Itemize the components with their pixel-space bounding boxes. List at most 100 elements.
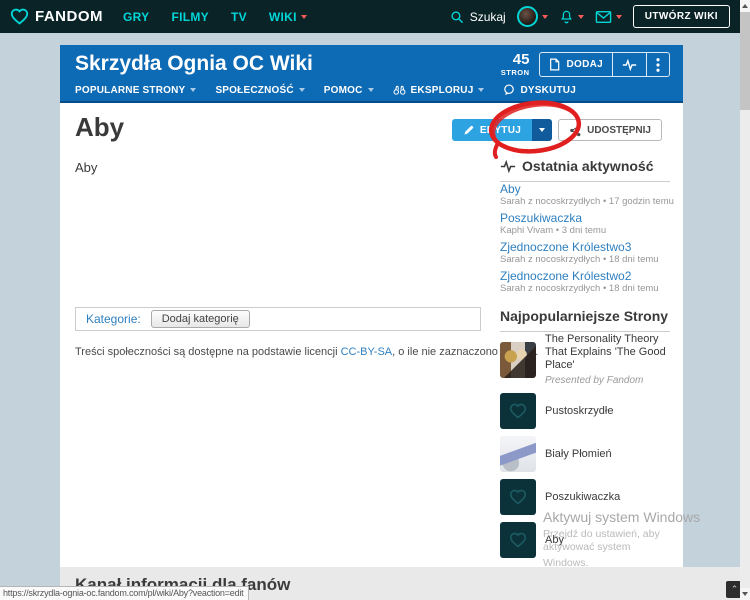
chevron-down-icon (190, 88, 196, 92)
wiki-header: Skrzydła Ognia OC Wiki 45 STRON DODAJ (60, 45, 683, 103)
popular-page-thumbnail[interactable] (500, 436, 536, 472)
add-page-button[interactable]: DODAJ (540, 53, 612, 76)
avatar (517, 6, 538, 27)
nav-link-gry[interactable]: GRY (123, 10, 149, 24)
article-area: Aby EDYTUJ UDOSTĘPNIJ Aby (60, 103, 683, 567)
activity-icon (500, 160, 516, 173)
sponsored-label: Presented by Fandom (545, 375, 672, 386)
popular-page-thumbnail[interactable] (500, 342, 536, 378)
recent-activity-heading: Ostatnia aktywność (500, 158, 670, 182)
wiki-nav-popular-pages[interactable]: POPULARNE STRONY (75, 85, 196, 96)
wiki-activity-button[interactable] (612, 53, 646, 76)
add-category-button[interactable]: Dodaj kategorię (151, 310, 250, 328)
browser-viewport: FANDOM GRY FILMY TV WIKI Szukaj (0, 0, 750, 600)
scroll-down-button[interactable] (740, 588, 750, 600)
edit-dropdown-button[interactable] (532, 119, 552, 141)
categories-box: Kategorie: Dodaj kategorię (75, 307, 481, 331)
share-nodes-icon (569, 124, 582, 137)
recent-activity-list: Aby Sarah z nocoskrzydłych • 17 godzin t… (500, 183, 672, 299)
license-link[interactable]: CC-BY-SA (341, 346, 393, 358)
search-icon (450, 10, 464, 24)
article-body-text: Aby (75, 160, 97, 175)
activity-meta: Kaphi Vivam • 3 dni temu (500, 225, 672, 237)
bell-icon (559, 9, 574, 25)
arrow-down-icon (742, 592, 748, 596)
activity-page-link[interactable]: Poszukiwaczka (500, 212, 672, 225)
nav-link-wiki[interactable]: WIKI (269, 10, 307, 24)
nav-link-tv[interactable]: TV (231, 10, 247, 24)
activity-icon (622, 59, 637, 71)
popular-page-thumbnail[interactable] (500, 393, 536, 429)
activity-meta: Sarah z nocoskrzydłych • 17 godzin temu (500, 196, 672, 208)
scroll-up-button[interactable] (740, 0, 750, 12)
popular-page-link[interactable]: Pustoskrzydłe (545, 405, 613, 418)
chevron-down-icon (539, 128, 545, 132)
chevron-down-icon (301, 15, 307, 19)
wiki-title[interactable]: Skrzydła Ognia OC Wiki (75, 52, 313, 76)
popular-page-link[interactable]: Aby (545, 534, 564, 547)
activity-entry: Zjednoczone Królestwo2 Sarah z nocoskrzy… (500, 270, 672, 295)
license-prefix: Treści społeczności są dostępne na podst… (75, 346, 338, 358)
messages-menu[interactable] (595, 10, 622, 24)
global-nav-links: GRY FILMY TV WIKI (123, 10, 307, 24)
chevron-up-icon: ⌃ (731, 585, 739, 594)
wiki-nav-community[interactable]: SPOŁECZNOŚĆ (215, 85, 304, 96)
license-text: Treści społeczności są dostępne na podst… (75, 346, 538, 358)
categories-link[interactable]: Kategorie: (86, 312, 141, 326)
wiki-nav: POPULARNE STRONY SPOŁECZNOŚĆ POMOC EKSPL… (75, 84, 576, 96)
edit-button[interactable]: EDYTUJ (452, 119, 532, 141)
search-button[interactable]: Szukaj (450, 10, 506, 24)
page-count: 45 STRON (501, 52, 530, 77)
popular-page-item: Pustoskrzydłe (500, 393, 672, 429)
binoculars-icon (393, 85, 406, 95)
wiki-nav-discuss[interactable]: DYSKUTUJ (503, 84, 576, 96)
wiki-nav-explore[interactable]: EKSPLORUJ (393, 85, 485, 96)
share-button[interactable]: UDOSTĘPNIJ (558, 119, 662, 141)
new-page-icon (549, 58, 560, 71)
page-actions: EDYTUJ UDOSTĘPNIJ (452, 119, 662, 141)
chevron-down-icon (368, 88, 374, 92)
popular-page-item: The Personality Theory That Explains 'Th… (500, 333, 672, 386)
popular-page-item: Aby (500, 522, 672, 558)
activity-page-link[interactable]: Aby (500, 183, 672, 196)
popular-page-link[interactable]: Biały Płomień (545, 448, 612, 461)
wiki-header-actions: 45 STRON DODAJ (501, 52, 670, 77)
pencil-icon (463, 124, 475, 136)
popular-page-thumbnail[interactable] (500, 479, 536, 515)
vertical-scrollbar[interactable] (740, 0, 750, 600)
search-label: Szukaj (470, 10, 506, 24)
activity-entry: Aby Sarah z nocoskrzydłych • 17 godzin t… (500, 183, 672, 208)
wiki-toolbar: DODAJ (539, 52, 670, 77)
activity-page-link[interactable]: Zjednoczone Królestwo3 (500, 241, 672, 254)
chevron-down-icon (616, 15, 622, 19)
chevron-down-icon (578, 15, 584, 19)
notifications-menu[interactable] (559, 9, 584, 25)
envelope-icon (595, 10, 612, 24)
activity-meta: Sarah z nocoskrzydłych • 18 dni temu (500, 254, 672, 266)
popular-pages-heading: Najpopularniejsze Strony (500, 308, 670, 332)
page-count-number: 45 (501, 52, 530, 67)
speech-bubble-icon (503, 84, 515, 96)
edit-split-button: EDYTUJ (452, 119, 552, 141)
popular-pages-list: The Personality Theory That Explains 'Th… (500, 333, 672, 565)
arrow-up-icon (742, 4, 748, 8)
chevron-down-icon (542, 15, 548, 19)
popular-page-thumbnail[interactable] (500, 522, 536, 558)
status-bar-url: https://skrzydla-ognia-oc.fandom.com/pl/… (0, 586, 249, 600)
nav-link-filmy[interactable]: FILMY (171, 10, 209, 24)
page-count-label: STRON (501, 69, 530, 77)
scrollbar-thumb[interactable] (740, 12, 750, 110)
activity-page-link[interactable]: Zjednoczone Królestwo2 (500, 270, 672, 283)
user-menu[interactable] (517, 6, 548, 27)
fandom-wordmark: FANDOM (35, 8, 103, 25)
fandom-logo[interactable]: FANDOM (10, 8, 103, 25)
wiki-nav-help[interactable]: POMOC (324, 85, 374, 96)
chevron-down-icon (478, 88, 484, 92)
create-wiki-button[interactable]: UTWÓRZ WIKI (633, 5, 730, 28)
popular-page-link[interactable]: The Personality Theory That Explains 'Th… (545, 333, 672, 372)
global-navbar: FANDOM GRY FILMY TV WIKI Szukaj (0, 0, 740, 33)
activity-entry: Zjednoczone Królestwo3 Sarah z nocoskrzy… (500, 241, 672, 266)
popular-page-link[interactable]: Poszukiwaczka (545, 491, 620, 504)
activity-entry: Poszukiwaczka Kaphi Vivam • 3 dni temu (500, 212, 672, 237)
wiki-more-button[interactable] (646, 53, 669, 76)
